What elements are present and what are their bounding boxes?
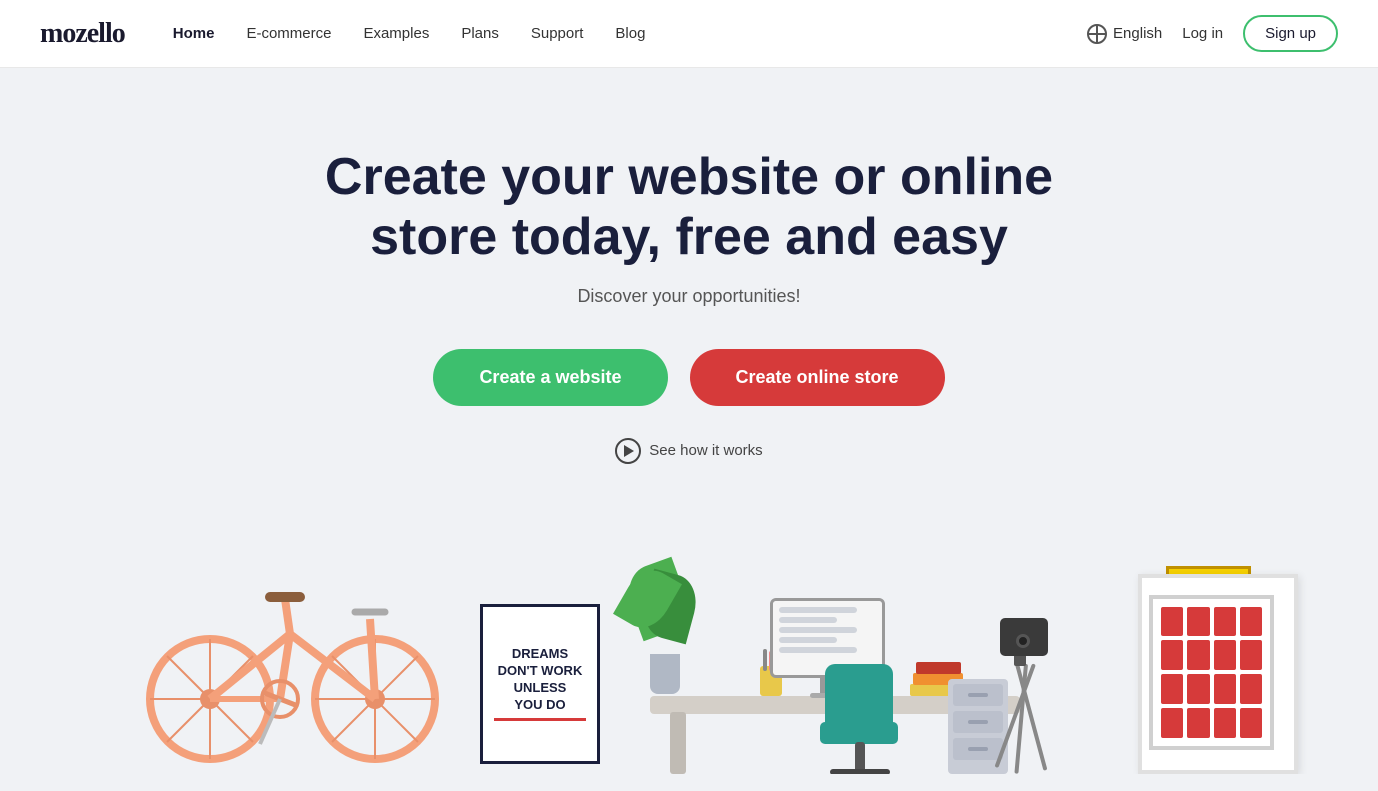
- hero-subtitle: Discover your opportunities!: [577, 286, 800, 307]
- grid-dot: [1240, 674, 1262, 704]
- grid-dot: [1187, 674, 1209, 704]
- grid-dot: [1161, 640, 1183, 670]
- grid-dot: [1187, 708, 1209, 738]
- screen-line: [779, 627, 857, 633]
- grid-dot: [1214, 607, 1236, 637]
- grid-dot: [1187, 640, 1209, 670]
- nav-support[interactable]: Support: [531, 25, 584, 42]
- drawer-handle: [968, 747, 988, 751]
- drawer-handle: [968, 693, 988, 697]
- screen-line: [779, 607, 857, 613]
- frames-area: [1108, 534, 1298, 774]
- nav-blog[interactable]: Blog: [615, 25, 645, 42]
- create-store-button[interactable]: Create online store: [690, 349, 945, 406]
- nav-right: English Log in Sign up: [1087, 15, 1338, 52]
- globe-icon: [1087, 24, 1107, 44]
- frame-inner: [1149, 595, 1274, 750]
- play-triangle: [624, 445, 634, 457]
- cta-buttons: Create a website Create online store: [433, 349, 944, 406]
- navigation: mozello Home E-commerce Examples Plans S…: [0, 0, 1378, 68]
- nav-ecommerce[interactable]: E-commerce: [246, 25, 331, 42]
- frame-outer: [1138, 574, 1298, 774]
- camera-lens: [1016, 634, 1030, 648]
- grid-dot: [1240, 708, 1262, 738]
- nav-examples[interactable]: Examples: [363, 25, 429, 42]
- drawer-2: [953, 711, 1003, 733]
- drawer-3: [953, 738, 1003, 760]
- chair-back: [825, 664, 893, 729]
- book-3: [916, 662, 961, 674]
- chair-base: [830, 769, 890, 774]
- chair-seat: [820, 722, 898, 744]
- drawer-1: [953, 684, 1003, 706]
- grid-dot: [1161, 708, 1183, 738]
- screen-line: [779, 647, 857, 653]
- poster-illustration: DREAMS DON'T WORK UNLESS YOU DO: [480, 604, 600, 764]
- screen-line: [779, 617, 837, 623]
- desk-scene: [620, 534, 1140, 774]
- poster-underline: [494, 718, 585, 721]
- language-label: English: [1113, 25, 1162, 42]
- grid-dot: [1214, 640, 1236, 670]
- drawer-handle: [968, 720, 988, 724]
- illustration-area: DREAMS DON'T WORK UNLESS YOU DO: [0, 514, 1378, 774]
- nav-plans[interactable]: Plans: [461, 25, 499, 42]
- poster-text: DREAMS DON'T WORK UNLESS YOU DO: [498, 646, 583, 714]
- create-website-button[interactable]: Create a website: [433, 349, 667, 406]
- hero-title: Create your website or online store toda…: [314, 148, 1064, 268]
- desk-leg-left: [670, 712, 686, 774]
- grid-dot: [1240, 640, 1262, 670]
- nav-home[interactable]: Home: [173, 25, 215, 42]
- logo[interactable]: mozello: [40, 18, 125, 50]
- grid-dot: [1187, 607, 1209, 637]
- grid-dot: [1161, 607, 1183, 637]
- play-icon: [615, 438, 641, 464]
- pencil-1: [763, 649, 767, 671]
- nav-links: Home E-commerce Examples Plans Support B…: [173, 25, 1087, 42]
- language-selector[interactable]: English: [1087, 24, 1162, 44]
- see-how-link[interactable]: See how it works: [615, 438, 762, 464]
- bicycle-illustration: [140, 544, 450, 774]
- signup-button[interactable]: Sign up: [1243, 15, 1338, 52]
- chair-illustration: [815, 664, 905, 774]
- see-how-label: See how it works: [649, 442, 762, 459]
- grid-dot: [1161, 674, 1183, 704]
- hero-section: Create your website or online store toda…: [0, 68, 1378, 774]
- login-button[interactable]: Log in: [1182, 25, 1223, 42]
- screen-line: [779, 637, 837, 643]
- grid-dot: [1240, 607, 1262, 637]
- grid-dot: [1214, 708, 1236, 738]
- grid-dot: [1214, 674, 1236, 704]
